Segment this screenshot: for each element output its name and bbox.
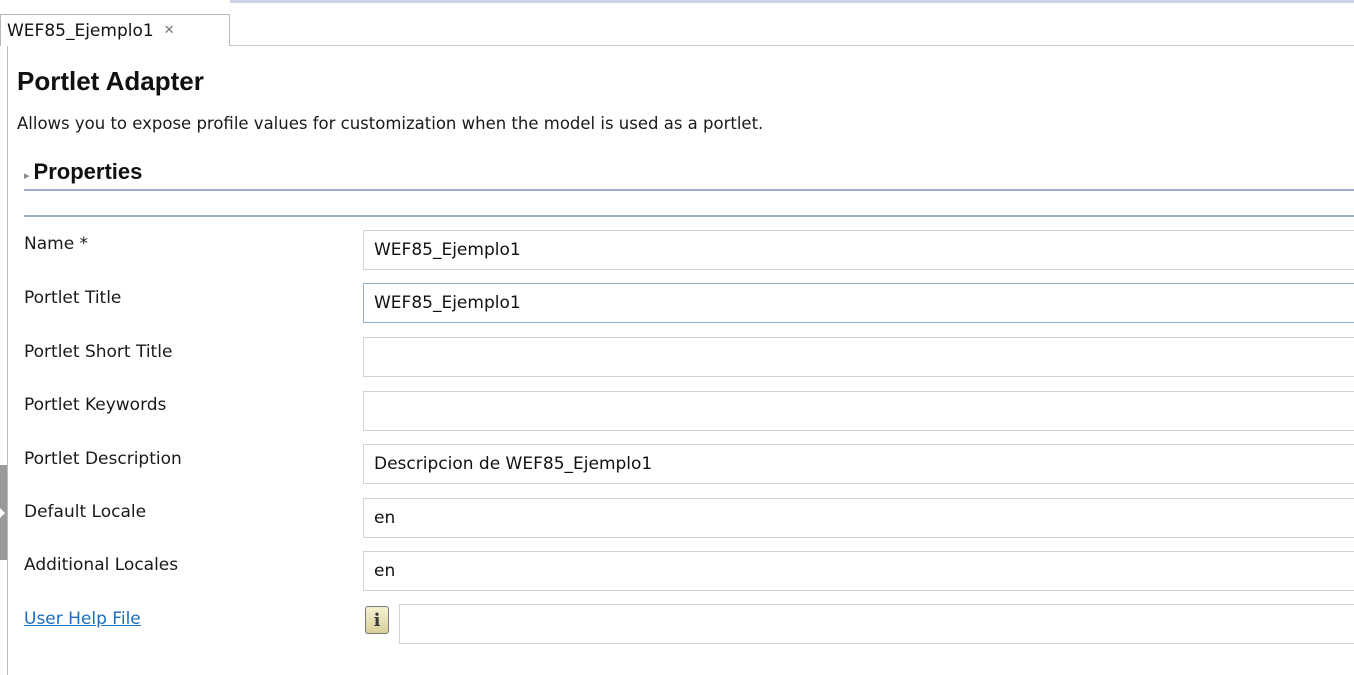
field-label-portlet-title: Portlet Title: [24, 288, 122, 308]
properties-section-title: Properties: [33, 159, 143, 184]
default-locale-input[interactable]: [363, 498, 1354, 538]
expand-arrow-icon[interactable]: ▸: [24, 169, 30, 182]
field-row-additional-locales: Additional Locales: [0, 551, 1354, 591]
field-label-portlet-description: Portlet Description: [24, 449, 182, 469]
user-help-file-link[interactable]: User Help File: [24, 609, 141, 629]
page-title: Portlet Adapter: [17, 66, 204, 96]
portlet-description-input[interactable]: [363, 444, 1354, 484]
field-row-portlet-title: Portlet Title: [0, 283, 1354, 323]
top-strip: [0, 0, 1354, 8]
user-help-file-input[interactable]: [399, 604, 1354, 644]
field-label-additional-locales: Additional Locales: [24, 555, 179, 575]
editor-tabbar: WEF85_Ejemplo1 ✕: [0, 8, 1354, 46]
name-input[interactable]: [363, 230, 1354, 270]
field-label-name: Name *: [24, 234, 89, 254]
editor-tab-label: WEF85_Ejemplo1: [7, 20, 154, 41]
close-icon[interactable]: ✕: [164, 23, 175, 38]
additional-locales-input[interactable]: [363, 551, 1354, 591]
portlet-keywords-input[interactable]: [363, 391, 1354, 431]
field-row-portlet-keywords: Portlet Keywords: [0, 391, 1354, 431]
field-row-portlet-short-title: Portlet Short Title: [0, 337, 1354, 377]
field-row-user-help-file: User Help File i: [0, 604, 1354, 644]
field-label-default-locale: Default Locale: [24, 502, 147, 522]
field-row-name: Name *: [0, 230, 1354, 270]
editor-window: WEF85_Ejemplo1 ✕ Portlet Adapter Allows …: [0, 0, 1354, 675]
field-label-portlet-short-title: Portlet Short Title: [24, 342, 173, 362]
portlet-short-title-input[interactable]: [363, 337, 1354, 377]
portlet-title-input[interactable]: [363, 283, 1354, 323]
view-edge: [230, 0, 1354, 3]
page-description: Allows you to expose profile values for …: [17, 114, 764, 133]
properties-section-header[interactable]: ▸ Properties: [24, 155, 1354, 191]
editor-tab[interactable]: WEF85_Ejemplo1 ✕: [0, 14, 230, 46]
field-row-default-locale: Default Locale: [0, 498, 1354, 538]
field-label-portlet-keywords: Portlet Keywords: [24, 395, 167, 415]
section-divider: [24, 215, 1354, 217]
field-row-portlet-description: Portlet Description: [0, 444, 1354, 484]
info-icon[interactable]: i: [365, 606, 389, 634]
